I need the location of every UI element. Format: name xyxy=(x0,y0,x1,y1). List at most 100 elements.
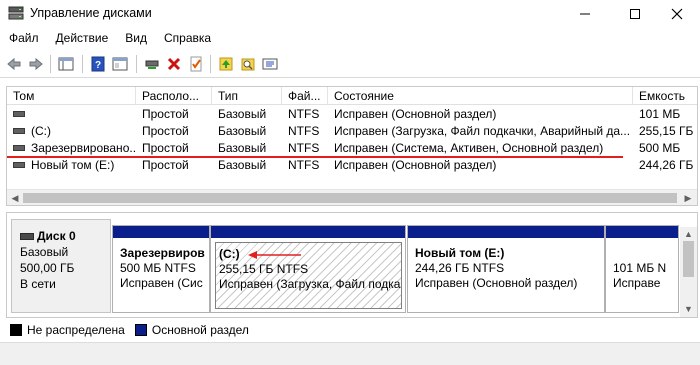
partition-status: Исправен (Сис xyxy=(120,276,203,290)
vertical-scrollbar[interactable]: ▲ ▼ xyxy=(680,227,697,317)
disk-state: В сети xyxy=(20,277,56,291)
forward-arrow-icon xyxy=(29,57,43,71)
column-header-layout[interactable]: Располо... xyxy=(136,87,212,105)
properties-icon xyxy=(112,57,128,71)
partition-status: Исправен (Загрузка, Файл подкач xyxy=(219,277,402,291)
table-row[interactable]: (C:) Простой Базовый NTFS Исправен (Загр… xyxy=(7,123,697,140)
maximize-icon xyxy=(630,8,640,19)
disk-type: Базовый xyxy=(20,245,69,259)
volume-type: Базовый xyxy=(218,158,267,172)
volume-capacity: 101 МБ xyxy=(639,107,681,121)
window-title: Управление дисками xyxy=(30,6,152,20)
menu-bar: Файл Действие Вид Справка xyxy=(0,27,700,49)
menu-view[interactable]: Вид xyxy=(124,29,148,47)
partition-name: (C:) xyxy=(219,247,240,261)
volume-name: Новый том (E:) xyxy=(31,158,115,172)
scroll-down-icon[interactable]: ▼ xyxy=(682,303,695,315)
volume-type: Базовый xyxy=(218,107,267,121)
properties-button[interactable] xyxy=(110,54,130,74)
scroll-right-icon[interactable]: ▶ xyxy=(681,192,695,204)
menu-help[interactable]: Справка xyxy=(163,29,212,47)
disk-icon xyxy=(20,233,34,241)
partition-bar xyxy=(211,226,405,238)
help-icon: ? xyxy=(91,56,105,72)
column-header-volume[interactable]: Том xyxy=(7,87,136,105)
partition-size: 101 МБ N xyxy=(613,261,667,275)
forward-button[interactable] xyxy=(26,54,46,74)
volume-icon xyxy=(13,110,25,117)
partition-name: Зарезервиров xyxy=(120,246,205,260)
volume-filesystem: NTFS xyxy=(288,158,320,172)
volume-name: (C:) xyxy=(31,124,51,138)
volume-type: Базовый xyxy=(218,124,267,138)
partition-size: 500 МБ NTFS xyxy=(120,261,196,275)
column-header-status[interactable]: Состояние xyxy=(328,87,633,105)
legend-unallocated-label: Не распределена xyxy=(27,323,125,337)
volume-capacity: 255,15 ГБ xyxy=(639,124,694,138)
volume-filesystem: NTFS xyxy=(288,124,320,138)
menu-file[interactable]: Файл xyxy=(8,29,40,47)
partition-e[interactable]: Новый том (E:) 244,26 ГБ NTFS Исправен (… xyxy=(407,225,605,313)
volume-capacity: 500 МБ xyxy=(639,141,681,155)
disk-info-panel[interactable]: Диск 0 Базовый 500,00 ГБ В сети xyxy=(11,219,111,313)
volume-status: Исправен (Основной раздел) xyxy=(334,158,497,172)
volume-layout: Простой xyxy=(142,124,189,138)
partition-c[interactable]: (C:) 255,15 ГБ NTFS Исправен (Загрузка, … xyxy=(210,225,406,313)
svg-text:?: ? xyxy=(95,60,101,71)
check-button[interactable] xyxy=(186,54,206,74)
legend-unallocated-swatch xyxy=(10,324,22,336)
disk-size: 500,00 ГБ xyxy=(20,261,75,275)
scroll-up-icon[interactable]: ▲ xyxy=(682,228,695,240)
table-row[interactable]: Зарезервировано... Простой Базовый NTFS … xyxy=(7,140,697,157)
delete-icon xyxy=(167,57,181,71)
partition-reserved[interactable]: Зарезервиров 500 МБ NTFS Исправен (Сис xyxy=(112,225,210,313)
column-header-filesystem[interactable]: Фай... xyxy=(282,87,328,105)
minimize-icon xyxy=(580,13,590,14)
search-folder-icon xyxy=(241,58,255,71)
scroll-left-icon[interactable]: ◀ xyxy=(8,192,22,204)
search-folder-button[interactable] xyxy=(238,54,258,74)
delete-button[interactable] xyxy=(164,54,184,74)
volume-layout: Простой xyxy=(142,158,189,172)
partition-recovery[interactable]: 101 МБ N Исправе xyxy=(605,225,679,313)
legend-primary-label: Основной раздел xyxy=(151,323,249,337)
up-folder-icon xyxy=(219,57,233,71)
partition-bar xyxy=(606,226,678,238)
vertical-scroll-thumb[interactable] xyxy=(683,241,694,277)
disk-name: Диск 0 xyxy=(37,229,76,243)
horizontal-scroll-thumb[interactable] xyxy=(23,193,677,203)
column-header-type[interactable]: Тип xyxy=(212,87,282,105)
volume-status: Исправен (Загрузка, Файл подкачки, Авари… xyxy=(334,124,631,138)
disk-graphical-view: Диск 0 Базовый 500,00 ГБ В сети Зарезерв… xyxy=(6,212,698,318)
menu-action[interactable]: Действие xyxy=(55,29,110,47)
horizontal-scrollbar[interactable]: ◀ ▶ xyxy=(7,189,697,205)
table-row[interactable]: Новый том (E:) Простой Базовый NTFS Испр… xyxy=(7,157,697,174)
partition-status: Исправен (Основной раздел) xyxy=(415,276,578,290)
toolbar: ? xyxy=(0,50,700,78)
legend: Не распределена Основной раздел xyxy=(10,322,259,338)
partition-bar xyxy=(113,226,209,238)
volume-status: Исправен (Основной раздел) xyxy=(334,107,497,121)
partition-status: Исправе xyxy=(613,276,661,290)
settings-list-button[interactable] xyxy=(260,54,280,74)
volume-icon xyxy=(13,161,25,168)
check-icon xyxy=(190,56,202,72)
settings-list-icon xyxy=(262,58,278,70)
column-header-capacity[interactable]: Емкость xyxy=(633,87,697,105)
volume-type: Базовый xyxy=(218,141,267,155)
volume-icon xyxy=(13,127,25,134)
console-tree-button[interactable] xyxy=(56,54,76,74)
maximize-button[interactable] xyxy=(612,0,658,27)
red-arrow-icon xyxy=(248,251,301,259)
volume-filesystem: NTFS xyxy=(288,107,320,121)
back-button[interactable] xyxy=(4,54,24,74)
up-folder-button[interactable] xyxy=(216,54,236,74)
minimize-button[interactable] xyxy=(562,0,608,27)
volume-list-header: Том Располо... Тип Фай... Состояние Емко… xyxy=(7,87,697,105)
help-button[interactable]: ? xyxy=(88,54,108,74)
table-row[interactable]: Простой Базовый NTFS Исправен (Основной … xyxy=(7,106,697,123)
partition-size: 244,26 ГБ NTFS xyxy=(415,261,505,275)
connect-button[interactable] xyxy=(142,54,162,74)
console-tree-icon xyxy=(58,57,74,71)
close-button[interactable] xyxy=(654,0,700,27)
